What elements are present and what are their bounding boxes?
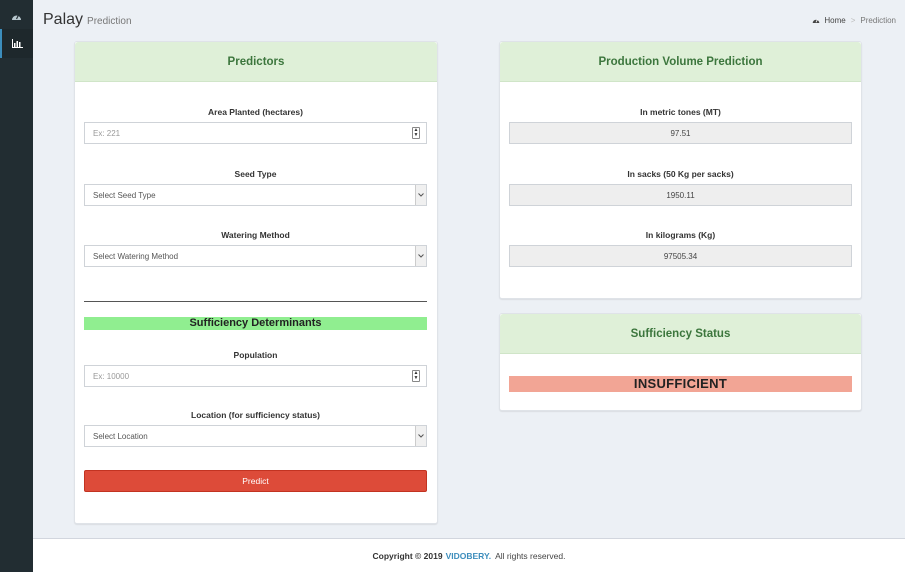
population-input[interactable]: Ex: 10000 ▲ ▼	[84, 365, 427, 387]
dashboard-icon	[12, 14, 21, 20]
seed-type-value: Select Seed Type	[93, 190, 156, 200]
sufficiency-status-box: Sufficiency Status	[499, 313, 862, 411]
area-planted-placeholder: Ex: 221	[93, 128, 121, 138]
production-volume-title: Production Volume Prediction	[500, 42, 861, 82]
metric-tons-output: 97.51	[509, 122, 852, 144]
footer-copyright: Copyright © 2019	[372, 550, 443, 561]
breadcrumb-separator: >	[850, 16, 856, 25]
metric-tons-label: In metric tones (MT)	[640, 107, 721, 117]
content-header: Palay Prediction Home > Prediction	[33, 0, 905, 40]
seed-type-label: Seed Type	[234, 169, 277, 179]
location-select[interactable]: Select Location	[84, 425, 427, 447]
area-planted-label: Area Planted (hectares)	[208, 107, 303, 117]
location-label: Location (for sufficiency status)	[191, 410, 320, 420]
kilograms-label: In kilograms (Kg)	[645, 230, 716, 240]
sidebar	[0, 0, 33, 572]
page-title: Palay Prediction	[43, 11, 132, 29]
section-divider	[84, 301, 427, 302]
population-placeholder: Ex: 10000	[93, 371, 130, 381]
sufficiency-determinants-heading: Sufficiency Determinants	[84, 317, 427, 330]
breadcrumb-home[interactable]: Home	[824, 16, 845, 25]
watering-method-value: Select Watering Method	[93, 251, 179, 261]
number-spinner-icon[interactable]: ▲ ▼	[412, 370, 420, 382]
dashboard-icon	[813, 19, 820, 24]
predictors-title: Predictors	[75, 42, 437, 82]
footer: Copyright © 2019 VIDOBERY. All rights re…	[33, 538, 905, 572]
sidebar-item-dashboard[interactable]	[0, 2, 33, 31]
breadcrumb-current: Prediction	[860, 16, 896, 25]
number-spinner-icon[interactable]: ▲ ▼	[412, 127, 420, 139]
bar-chart-icon	[12, 39, 23, 48]
sacks-label: In sacks (50 Kg per sacks)	[627, 169, 734, 179]
seed-type-select[interactable]: Select Seed Type	[84, 184, 427, 206]
page-title-text: Palay	[43, 11, 84, 28]
sidebar-item-prediction[interactable]	[0, 29, 33, 58]
population-label: Population	[233, 350, 278, 360]
kilograms-output: 97505.34	[509, 245, 852, 267]
watering-method-label: Watering Method	[221, 230, 290, 240]
chevron-down-icon[interactable]	[415, 185, 426, 205]
area-planted-input[interactable]: Ex: 221 ▲ ▼	[84, 122, 427, 144]
page-subtitle: Prediction	[87, 16, 132, 27]
predict-button[interactable]: Predict	[84, 470, 427, 492]
sufficiency-status-badge: INSUFFICIENT	[509, 376, 852, 392]
sufficiency-status-title: Sufficiency Status	[500, 314, 861, 354]
watering-method-select[interactable]: Select Watering Method	[84, 245, 427, 267]
location-value: Select Location	[93, 431, 148, 441]
sacks-output: 1950.11	[509, 184, 852, 206]
footer-rights: All rights reserved.	[495, 550, 566, 561]
breadcrumb: Home > Prediction	[812, 16, 896, 25]
chevron-down-icon[interactable]	[415, 246, 426, 266]
chevron-down-icon[interactable]	[415, 426, 426, 446]
footer-brand-link[interactable]: VIDOBERY.	[446, 551, 492, 561]
